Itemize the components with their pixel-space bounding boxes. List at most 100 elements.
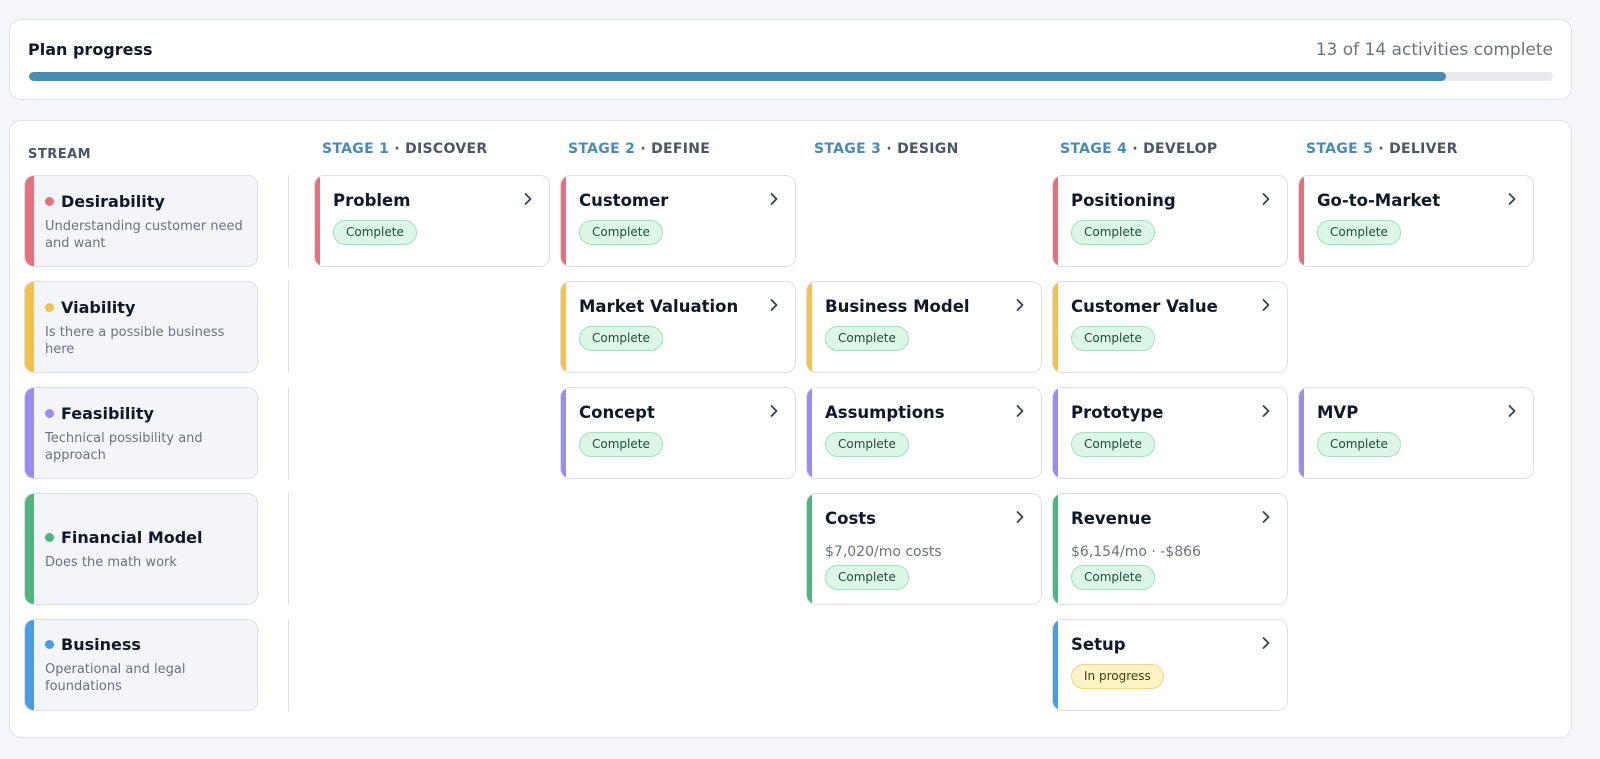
chevron-right-icon[interactable] <box>1013 403 1027 417</box>
status-badge: Complete <box>579 326 663 351</box>
stage-number: STAGE 4 <box>1060 141 1128 157</box>
plan-progress-title: Plan progress <box>28 40 153 59</box>
stream-title: Feasibility <box>45 404 154 423</box>
activity-card-setup[interactable]: Setup In progress <box>1052 619 1288 711</box>
status-badge: Complete <box>1071 326 1155 351</box>
card-title: Assumptions <box>825 403 945 422</box>
row-divider <box>288 281 289 373</box>
card-title: Market Valuation <box>579 297 739 316</box>
status-badge: Complete <box>825 326 909 351</box>
status-badge: In progress <box>1071 664 1164 689</box>
dot-icon <box>45 640 54 649</box>
dot-icon <box>45 533 54 542</box>
activity-card-go-to-market[interactable]: Go-to-Market Complete <box>1298 175 1534 267</box>
status-badge: Complete <box>579 220 663 245</box>
stream-column-header: STREAM <box>28 147 92 162</box>
activity-card-market-valuation[interactable]: Market Valuation Complete <box>560 281 796 373</box>
chevron-right-icon[interactable] <box>1259 509 1273 523</box>
stage-header-3: STAGE 3 · DESIGN <box>814 141 959 157</box>
card-color-bar <box>1053 620 1058 710</box>
card-color-bar <box>807 282 812 372</box>
stream-description: Is there a possible business here <box>45 325 225 357</box>
plan-progress-fill <box>29 72 1447 81</box>
activity-card-business-model[interactable]: Business Model Complete <box>806 281 1042 373</box>
activity-card-problem[interactable]: Problem Complete <box>314 175 550 267</box>
activity-card-positioning[interactable]: Positioning Complete <box>1052 175 1288 267</box>
chevron-right-icon[interactable] <box>767 297 781 311</box>
activity-card-customer[interactable]: Customer Complete <box>560 175 796 267</box>
card-title: Customer Value <box>1071 297 1218 316</box>
stream-viability: Viability Is there a possible business he… <box>24 281 258 373</box>
card-color-bar <box>561 176 566 266</box>
card-title: Positioning <box>1071 191 1176 210</box>
activities-complete-count: 13 of 14 activities complete <box>1315 40 1553 60</box>
card-title: Revenue <box>1071 509 1152 528</box>
chevron-right-icon[interactable] <box>1505 191 1519 205</box>
card-color-bar <box>1053 494 1058 604</box>
stage-name: · DELIVER <box>1373 141 1458 157</box>
stream-title: Financial Model <box>45 528 203 547</box>
row-divider <box>288 619 289 711</box>
chevron-right-icon[interactable] <box>1013 509 1027 523</box>
card-color-bar <box>1299 388 1304 478</box>
chevron-right-icon[interactable] <box>1259 635 1273 649</box>
stream-color-bar <box>25 176 34 266</box>
row-divider <box>288 387 289 479</box>
status-badge: Complete <box>1317 432 1401 457</box>
activity-card-mvp[interactable]: MVP Complete <box>1298 387 1534 479</box>
stage-name: · DESIGN <box>881 141 959 157</box>
activity-card-costs[interactable]: Costs $7,020/mo costs Complete <box>806 493 1042 605</box>
chevron-right-icon[interactable] <box>767 403 781 417</box>
stage-grid-panel: STREAM STAGE 1 · DISCOVER STAGE 2 · DEFIN… <box>9 120 1572 738</box>
dot-icon <box>45 197 54 206</box>
stream-business: Business Operational and legal foundation… <box>24 619 258 711</box>
activity-card-revenue[interactable]: Revenue $6,154/mo · -$866 Complete <box>1052 493 1288 605</box>
card-title: Prototype <box>1071 403 1164 422</box>
row-divider <box>288 175 289 267</box>
status-badge: Complete <box>1071 220 1155 245</box>
activity-card-prototype[interactable]: Prototype Complete <box>1052 387 1288 479</box>
stream-description: Understanding customer need and want <box>45 219 243 251</box>
stream-description: Technical possibility and approach <box>45 431 203 463</box>
card-title: Costs <box>825 509 876 528</box>
stage-number: STAGE 1 <box>322 141 390 157</box>
activity-card-assumptions[interactable]: Assumptions Complete <box>806 387 1042 479</box>
card-color-bar <box>1053 282 1058 372</box>
chevron-right-icon[interactable] <box>1013 297 1027 311</box>
plan-progress-bar <box>29 72 1553 81</box>
card-color-bar <box>1053 176 1058 266</box>
stream-desirability: Desirability Understanding customer need … <box>24 175 258 267</box>
stage-name: · DISCOVER <box>389 141 488 157</box>
activity-card-customer-value[interactable]: Customer Value Complete <box>1052 281 1288 373</box>
chevron-right-icon[interactable] <box>1259 403 1273 417</box>
chevron-right-icon[interactable] <box>1259 297 1273 311</box>
plan-progress-panel: Plan progress 13 of 14 activities comple… <box>9 19 1572 100</box>
activity-card-concept[interactable]: Concept Complete <box>560 387 796 479</box>
card-title: Setup <box>1071 635 1126 654</box>
stream-color-bar <box>25 494 34 604</box>
stage-number: STAGE 2 <box>568 141 636 157</box>
stream-title: Desirability <box>45 192 165 211</box>
card-color-bar <box>807 494 812 604</box>
status-badge: Complete <box>1071 565 1155 590</box>
dot-icon <box>45 303 54 312</box>
stream-feasibility: Feasibility Technical possibility and app… <box>24 387 258 479</box>
stage-name: · DEFINE <box>635 141 711 157</box>
stream-name: Business <box>61 635 141 654</box>
status-badge: Complete <box>1071 432 1155 457</box>
stream-financial-model: Financial Model Does the math work <box>24 493 258 605</box>
card-title: MVP <box>1317 403 1359 422</box>
card-title: Business Model <box>825 297 970 316</box>
card-title: Concept <box>579 403 655 422</box>
stream-title: Business <box>45 635 141 654</box>
stage-name: · DEVELOP <box>1127 141 1218 157</box>
chevron-right-icon[interactable] <box>767 191 781 205</box>
row-divider <box>288 493 289 605</box>
chevron-right-icon[interactable] <box>1259 191 1273 205</box>
chevron-right-icon[interactable] <box>1505 403 1519 417</box>
card-color-bar <box>315 176 320 266</box>
card-subtitle: $6,154/mo · -$866 <box>1071 544 1201 560</box>
chevron-right-icon[interactable] <box>521 191 535 205</box>
card-color-bar <box>1053 388 1058 478</box>
status-badge: Complete <box>1317 220 1401 245</box>
